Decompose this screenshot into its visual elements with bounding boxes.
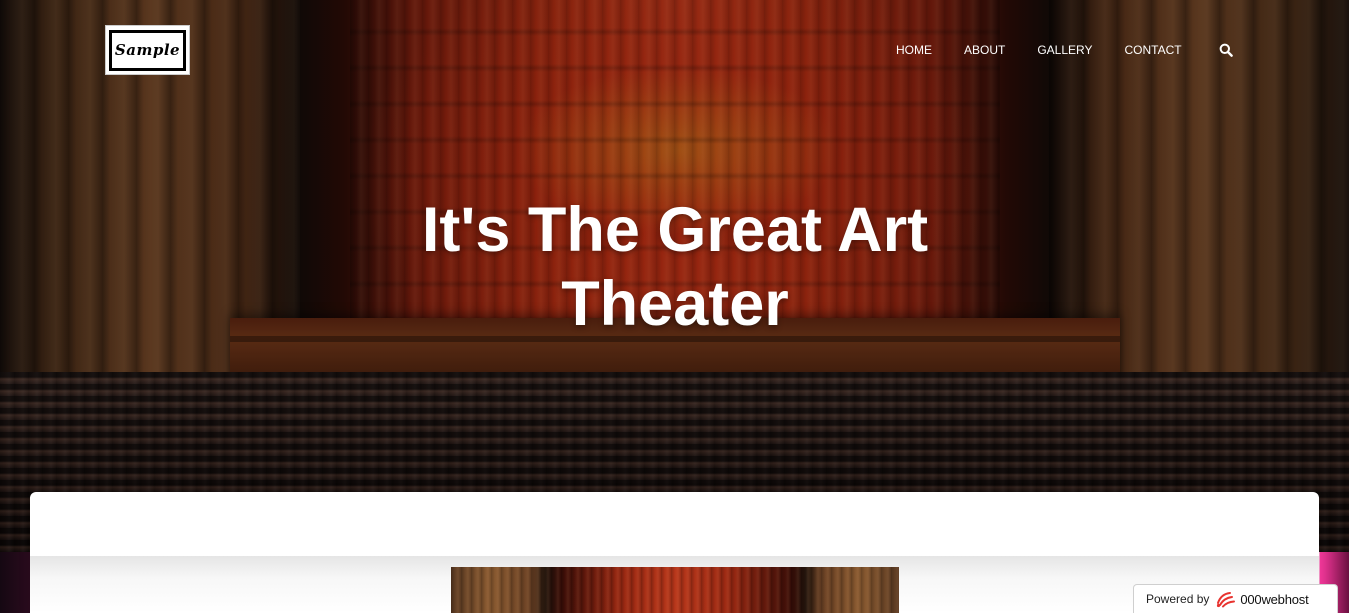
000webhost-logo-icon xyxy=(1215,590,1237,608)
nav-home[interactable]: HOME xyxy=(880,40,948,60)
nav-contact[interactable]: CONTACT xyxy=(1109,40,1198,60)
nav-gallery[interactable]: GALLERY xyxy=(1021,40,1108,60)
search-icon[interactable] xyxy=(1219,43,1233,57)
site-logo[interactable]: Sample xyxy=(105,25,190,75)
powered-by-badge[interactable]: Powered by 000webhost xyxy=(1133,584,1338,613)
theater-image xyxy=(451,567,899,613)
hero-title: It's The Great Art Theater xyxy=(421,195,929,339)
host-name: 000webhost xyxy=(1240,591,1309,607)
site-logo-text: Sample xyxy=(109,29,186,71)
main-nav: HOME ABOUT GALLERY CONTACT xyxy=(880,40,1198,60)
powered-by-label: Powered by xyxy=(1146,592,1210,606)
nav-about[interactable]: ABOUT xyxy=(948,40,1021,60)
